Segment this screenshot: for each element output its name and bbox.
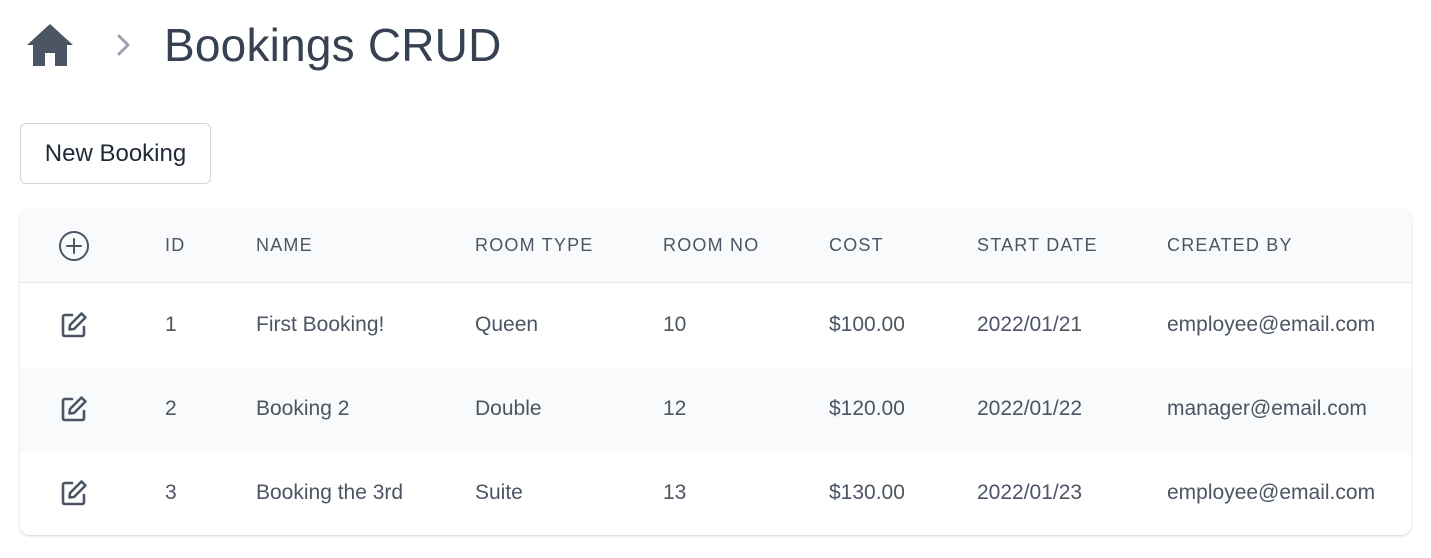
- table-row[interactable]: 1 First Booking! Queen 10 $100.00 2022/0…: [20, 283, 1411, 367]
- table-row[interactable]: 3 Booking the 3rd Suite 13 $130.00 2022/…: [20, 451, 1411, 535]
- edit-icon: [61, 480, 87, 506]
- edit-icon: [61, 396, 87, 422]
- cell-room-type: Double: [475, 397, 542, 420]
- table-header-row: ID NAME ROOM TYPE ROOM NO COST START DAT…: [20, 209, 1411, 283]
- bookings-table: ID NAME ROOM TYPE ROOM NO COST START DAT…: [20, 209, 1411, 535]
- cell-created-by: employee@email.com: [1167, 481, 1376, 504]
- chevron-right-icon: [112, 33, 136, 57]
- table-row[interactable]: 2 Booking 2 Double 12 $120.00 2022/01/22…: [20, 367, 1411, 451]
- cell-cost: $120.00: [829, 397, 905, 420]
- breadcrumb: Bookings CRUD: [24, 14, 502, 76]
- plus-circle-icon: [59, 230, 89, 261]
- cell-name: Booking the 3rd: [256, 481, 404, 504]
- column-header-room-type[interactable]: ROOM TYPE: [475, 209, 593, 282]
- cell-name: First Booking!: [256, 313, 385, 336]
- edit-icon: [61, 312, 87, 338]
- cell-created-by: manager@email.com: [1167, 397, 1367, 420]
- new-booking-button[interactable]: New Booking: [20, 123, 211, 184]
- column-header-id[interactable]: ID: [165, 209, 185, 282]
- cell-room-type: Suite: [475, 481, 523, 504]
- cell-start-date: 2022/01/22: [977, 397, 1083, 420]
- cell-start-date: 2022/01/23: [977, 481, 1083, 504]
- cell-cost: $130.00: [829, 481, 905, 504]
- cell-cost: $100.00: [829, 313, 905, 336]
- edit-button[interactable]: [57, 283, 91, 367]
- column-header-cost[interactable]: COST: [829, 209, 884, 282]
- page-title: Bookings CRUD: [164, 19, 502, 71]
- add-booking-button[interactable]: [57, 209, 91, 282]
- column-header-name[interactable]: NAME: [256, 209, 313, 282]
- edit-button[interactable]: [57, 451, 91, 535]
- edit-button[interactable]: [57, 367, 91, 451]
- cell-room-no: 13: [663, 481, 687, 504]
- cell-created-by: employee@email.com: [1167, 313, 1376, 336]
- cell-id: 2: [165, 397, 177, 420]
- cell-room-type: Queen: [475, 313, 539, 336]
- cell-room-no: 10: [663, 313, 687, 336]
- cell-id: 1: [165, 313, 177, 336]
- cell-name: Booking 2: [256, 397, 350, 420]
- cell-room-no: 12: [663, 397, 687, 420]
- column-header-room-no[interactable]: ROOM NO: [663, 209, 759, 282]
- cell-id: 3: [165, 481, 177, 504]
- cell-start-date: 2022/01/21: [977, 313, 1083, 336]
- column-header-start-date[interactable]: START DATE: [977, 209, 1098, 282]
- column-header-created-by[interactable]: CREATED BY: [1167, 209, 1293, 282]
- home-icon[interactable]: [24, 19, 76, 71]
